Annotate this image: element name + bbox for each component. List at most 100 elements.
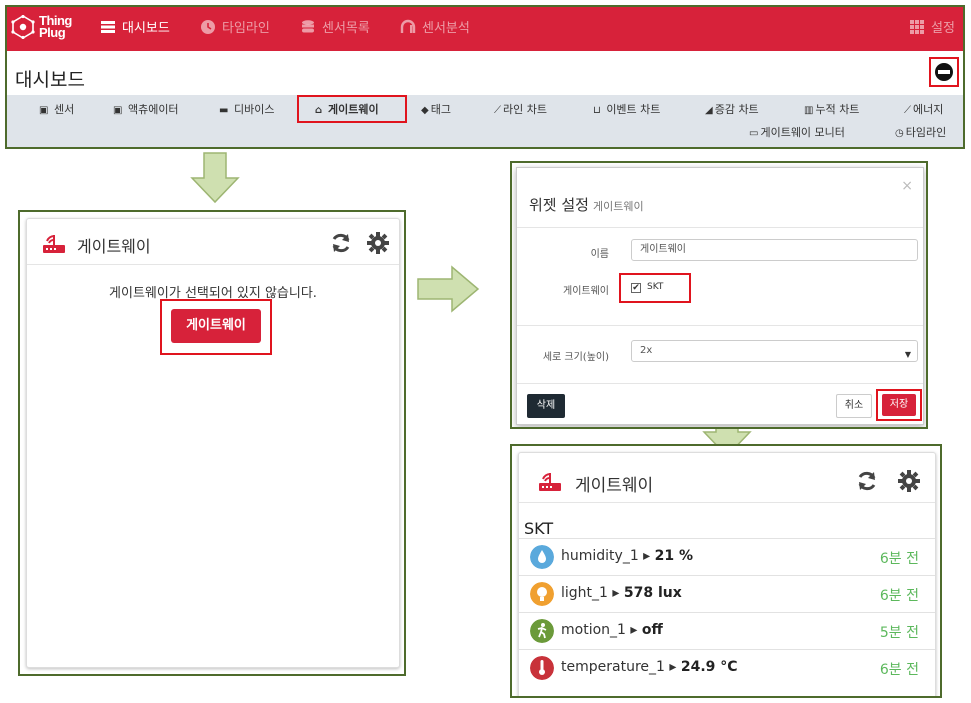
- gateway-icon: ⌂: [315, 105, 323, 116]
- nav-item-timeline[interactable]: 타임라인: [200, 19, 270, 41]
- divider: [517, 325, 923, 326]
- widget-label: 센서: [53, 103, 75, 116]
- height-select[interactable]: 2x ▼: [631, 340, 918, 362]
- sensor-label: motion_1 ▸ off: [561, 622, 663, 638]
- delete-button[interactable]: 삭제: [527, 394, 565, 418]
- arrow-right-icon: [417, 265, 480, 313]
- skt-checkbox-label: SKT: [647, 282, 664, 292]
- sensor-row[interactable]: temperature_1 ▸ 24.9 °C 6분 전: [519, 649, 935, 686]
- widget-label: 라인 차트: [503, 103, 547, 116]
- line-chart-icon: ⟋: [494, 105, 501, 116]
- actuator-icon: ▣: [113, 105, 123, 116]
- nav-label: 설정: [931, 21, 955, 36]
- skt-checkbox[interactable]: ✔: [631, 283, 641, 293]
- thingplug-logo[interactable]: Thing Plug: [11, 11, 77, 47]
- motion-icon: [530, 619, 554, 643]
- gateway-icon: [539, 473, 561, 491]
- sensor-time: 6분 전: [879, 551, 919, 567]
- dashboard-panel: Thing Plug 대시보드 타임라인 센서목록 센서분석 설정 대시보드 ▣…: [5, 5, 965, 149]
- close-icon[interactable]: ×: [901, 178, 913, 194]
- sensor-name: motion_1: [561, 622, 626, 638]
- widget-label: 이벤트 차트: [606, 103, 661, 116]
- nav-label: 대시보드: [122, 21, 170, 36]
- widget-event-chart[interactable]: ⊔ 이벤트 차트: [593, 103, 660, 118]
- grid-icon: [910, 20, 924, 34]
- divider: [517, 383, 923, 384]
- name-label: 이름: [590, 249, 609, 260]
- nav-item-settings[interactable]: 설정: [909, 19, 955, 41]
- modal-title-text: 위젯 설정: [529, 196, 589, 214]
- sensor-label: humidity_1 ▸ 21 %: [561, 548, 694, 564]
- nav-item-sensor-analysis[interactable]: 센서분석: [400, 19, 470, 41]
- dashboard-icon: [101, 21, 115, 33]
- nav-item-dashboard[interactable]: 대시보드: [100, 19, 170, 41]
- logo-line2: Plug: [39, 25, 66, 40]
- name-input[interactable]: 게이트웨이: [631, 239, 918, 261]
- navbar: Thing Plug 대시보드 타임라인 센서목록 센서분석 설정: [7, 7, 963, 51]
- populated-widget-frame: 게이트웨이 SKT humidity_1 ▸ 21 % 6분 전 light_1…: [510, 444, 942, 698]
- gateway-label: 게이트웨이: [563, 286, 609, 297]
- save-button[interactable]: 저장: [882, 394, 916, 416]
- widget-label: 타임라인: [905, 126, 947, 139]
- widget-actuator[interactable]: ▣ 액츄에이터: [113, 103, 179, 118]
- sensor-row[interactable]: motion_1 ▸ off 5분 전: [519, 612, 935, 649]
- gateway-widget-empty: 게이트웨이 게이트웨이가 선택되어 있지 않습니다. 게이트웨이: [26, 218, 400, 668]
- widget-label: 태그: [430, 103, 451, 116]
- gear-icon[interactable]: [367, 232, 389, 254]
- database-icon: [302, 20, 314, 33]
- highlight-box: 저장: [876, 389, 922, 421]
- refresh-icon[interactable]: [330, 232, 352, 254]
- page-title: 대시보드: [15, 69, 85, 91]
- minus-circle-icon: [935, 63, 953, 81]
- nav-item-sensor-list[interactable]: 센서목록: [300, 19, 370, 41]
- highlight-box: 게이트웨이: [160, 299, 272, 355]
- cancel-button[interactable]: 취소: [836, 394, 872, 418]
- humidity-icon: [530, 545, 554, 569]
- collapse-button[interactable]: [929, 57, 959, 87]
- thermometer-icon: [530, 656, 554, 680]
- sensor-row[interactable]: light_1 ▸ 578 lux 6분 전: [519, 575, 935, 612]
- light-bulb-icon: [530, 582, 554, 606]
- refresh-icon[interactable]: [856, 470, 878, 492]
- gear-icon[interactable]: [898, 470, 920, 492]
- modal-title: 위젯 설정 게이트웨이: [529, 194, 644, 215]
- widget-energy[interactable]: ⟋ 에너지: [904, 103, 943, 118]
- widget-sensor[interactable]: ▣ 센서: [39, 103, 74, 118]
- widget-area-chart[interactable]: ◢ 증감 차트: [705, 103, 759, 118]
- bar-chart-icon: ▥: [804, 105, 814, 116]
- height-label: 세로 크기(높이): [542, 352, 609, 363]
- widget-gateway[interactable]: ⌂ 게이트웨이: [315, 103, 379, 118]
- sensor-name: humidity_1: [561, 548, 639, 564]
- widget-label: 에너지: [913, 103, 944, 116]
- nav-label: 센서목록: [322, 21, 370, 36]
- widget-title: 게이트웨이: [77, 237, 151, 256]
- sensor-row[interactable]: humidity_1 ▸ 21 % 6분 전: [519, 538, 935, 575]
- arrow-right: [416, 265, 480, 313]
- height-select-value: 2x: [640, 345, 653, 356]
- widget-header: 게이트웨이: [27, 219, 399, 265]
- widget-stacked-chart[interactable]: ▥ 누적 차트: [804, 103, 859, 118]
- arrow-down-icon: [190, 152, 240, 204]
- device-icon: ▬: [219, 105, 229, 116]
- widget-device[interactable]: ▬ 디바이스: [219, 103, 274, 118]
- sensor-value: 578 lux: [623, 585, 682, 601]
- tag-icon: ◆: [421, 105, 429, 116]
- widget-line-chart[interactable]: ⟋ 라인 차트: [494, 103, 547, 118]
- clock-icon: [201, 20, 215, 34]
- widget-settings-modal: × 위젯 설정 게이트웨이 이름 게이트웨이 게이트웨이 ✔ SKT 세로 크기(…: [516, 167, 924, 425]
- sensor-value: 21 %: [654, 548, 694, 564]
- modal-subtitle: 게이트웨이: [592, 200, 644, 213]
- select-gateway-button[interactable]: 게이트웨이: [171, 309, 261, 343]
- sensor-label: light_1 ▸ 578 lux: [561, 585, 682, 601]
- widget-tag[interactable]: ◆ 태그: [421, 103, 451, 118]
- sensor-label: temperature_1 ▸ 24.9 °C: [561, 659, 738, 675]
- sensor-time: 5분 전: [879, 625, 919, 641]
- widget-label: 디바이스: [233, 103, 275, 116]
- gateway-group-label: SKT: [524, 519, 554, 538]
- widget-gateway-monitor[interactable]: ▭ 게이트웨이 모니터: [749, 126, 845, 141]
- caret-down-icon: ▼: [904, 350, 911, 359]
- settings-modal-frame: × 위젯 설정 게이트웨이 이름 게이트웨이 게이트웨이 ✔ SKT 세로 크기(…: [510, 161, 928, 429]
- widget-timeline[interactable]: ◷ 타임라인: [895, 126, 946, 141]
- energy-icon: ⟋: [904, 105, 911, 116]
- page-title-row: 대시보드: [7, 51, 963, 97]
